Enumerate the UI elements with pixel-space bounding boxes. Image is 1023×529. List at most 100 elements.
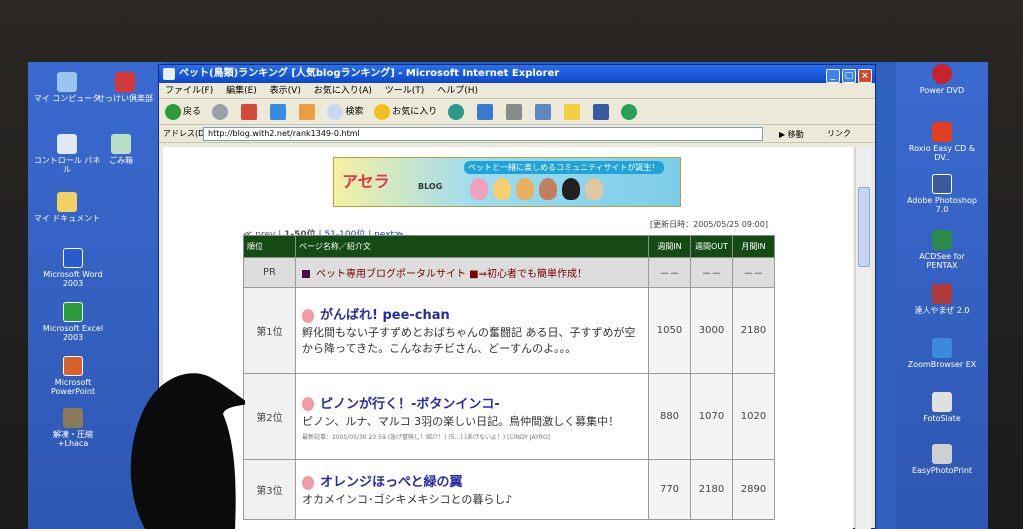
- table-row: 第2位 ピノンが行く！-ボタンインコ- ピノン、ルナ、マルコ 3羽の楽しい日記。…: [243, 373, 775, 460]
- favorites-label: お気に入り: [392, 107, 438, 117]
- edit-icon: [534, 103, 551, 120]
- window-controls: _ □ ×: [824, 67, 872, 85]
- photoshop-icon: [932, 174, 952, 194]
- desktop-icon-fotoslate[interactable]: FotoSlate: [907, 392, 977, 423]
- pet-icon: [470, 178, 488, 200]
- desktop-icon-label: Adobe Photoshop 7.0: [907, 196, 977, 214]
- desktop-icon-recycle-bin[interactable]: ごみ箱: [86, 134, 156, 165]
- desktop-icon-word[interactable]: Microsoft Word 2003: [38, 248, 108, 288]
- maximize-button[interactable]: □: [842, 69, 856, 83]
- research-icon: [592, 103, 609, 120]
- pr-cell[interactable]: ペット専用ブログポータルサイト ■⇒初心者でも簡単作成！: [295, 257, 649, 288]
- menu-edit[interactable]: 編集(E): [226, 86, 257, 96]
- vertical-scrollbar[interactable]: [855, 147, 871, 529]
- week-in-cell: 1050: [648, 287, 691, 374]
- table-header-row: 順位 ページ名称／紹介文 週間IN 週間OUT 月間IN: [243, 235, 775, 258]
- menu-tools[interactable]: ツール(T): [385, 86, 425, 96]
- pointing-hand-icon: [302, 308, 314, 323]
- history-icon: [448, 103, 465, 120]
- header-month-in: 月間IN: [732, 235, 775, 258]
- edit-button[interactable]: [534, 99, 553, 125]
- entry-title-link[interactable]: がんばれ! pee-chan: [302, 304, 642, 323]
- links-button[interactable]: リンク: [827, 125, 851, 143]
- header-week-out: 週間OUT: [690, 235, 733, 258]
- title-bar[interactable]: ペット(鳥類)ランキング [人気blogランキング] - Microsoft I…: [159, 65, 875, 83]
- window-title: ペット(鳥類)ランキング [人気blogランキング] - Microsoft I…: [179, 68, 560, 79]
- recycle-bin-icon: [111, 134, 131, 154]
- notes-button[interactable]: [563, 99, 582, 125]
- search-button[interactable]: 検索: [327, 99, 363, 125]
- dvd-icon: [932, 64, 952, 84]
- pr-rank: PR: [243, 257, 296, 288]
- desktop-icon-powerdvd[interactable]: Power DVD: [907, 64, 977, 95]
- mail-button[interactable]: [477, 99, 495, 125]
- notes-icon: [563, 103, 580, 120]
- menu-favorites[interactable]: お気に入り(A): [314, 86, 372, 96]
- mail-icon: [477, 103, 494, 120]
- desktop-icon-photoshop[interactable]: Adobe Photoshop 7.0: [907, 174, 977, 214]
- minimize-button[interactable]: _: [826, 69, 840, 83]
- search-icon: [327, 103, 344, 120]
- research-button[interactable]: [592, 99, 611, 125]
- banner-ad[interactable]: アセラ BLOG ペットと一緒に楽しめるコミュニティサイトが誕生！: [333, 157, 681, 207]
- desktop-icon-my-documents[interactable]: マイ ドキュメント: [32, 192, 102, 223]
- refresh-button[interactable]: [269, 99, 288, 125]
- menu-file[interactable]: ファイル(F): [165, 86, 213, 96]
- desktop-icon-label: 達人やまぜ 2.0: [914, 306, 970, 315]
- desktop-icon-excel[interactable]: Microsoft Excel 2003: [38, 302, 108, 342]
- desktop-icon-label: FotoSlate: [923, 414, 961, 423]
- entry-title-link[interactable]: オレンジほっぺと緑の翼: [302, 471, 642, 490]
- desktop-icon-lhaca[interactable]: 解凍・圧縮 +Lhaca: [38, 408, 108, 448]
- printer-icon: [505, 103, 522, 120]
- home-button[interactable]: [298, 99, 317, 125]
- desktop-icon-label: Power DVD: [919, 86, 965, 95]
- entry-recent-posts[interactable]: 最新記事：2005/05/30 23:59 (急げ冒険し！紹介！) (5…) (…: [302, 432, 642, 441]
- desktop-icon-label: 解凍・圧縮 +Lhaca: [53, 430, 93, 448]
- desktop-icon-label: マイ ドキュメント: [33, 214, 101, 223]
- ranking-table: 順位 ページ名称／紹介文 週間IN 週間OUT 月間IN PR ペット専用ブログ…: [243, 235, 775, 520]
- menu-help[interactable]: ヘルプ(H): [437, 86, 478, 96]
- desktop-icon-label: せっけい倶楽部: [97, 94, 153, 103]
- favorites-button[interactable]: お気に入り: [374, 99, 437, 125]
- desktop-icon-label: Roxio Easy CD & DV..: [908, 144, 976, 162]
- pet-icon: [493, 178, 511, 200]
- go-button[interactable]: ▶ 移動: [779, 126, 804, 144]
- browser-window: ペット(鳥類)ランキング [人気blogランキング] - Microsoft I…: [158, 64, 876, 529]
- header-page: ページ名称／紹介文: [295, 235, 649, 258]
- desktop-icon-label: Microsoft Excel 2003: [42, 324, 104, 342]
- history-button[interactable]: [448, 99, 466, 125]
- desktop-icon-roxio[interactable]: Roxio Easy CD & DV..: [907, 122, 977, 162]
- desktop-icon-easyphotoprint[interactable]: EasyPhotoPrint: [907, 444, 977, 475]
- menu-view[interactable]: 表示(V): [270, 86, 301, 96]
- entry-title-link[interactable]: ピノンが行く！-ボタンインコ-: [302, 393, 642, 412]
- zoombrowser-icon: [932, 338, 952, 358]
- star-icon: [374, 103, 391, 120]
- month-in-cell: 2180: [732, 287, 775, 374]
- forward-button[interactable]: [211, 99, 230, 125]
- print-button[interactable]: [505, 99, 524, 125]
- updated-time: [更新日時：2005/05/25 09:00]: [650, 220, 768, 229]
- archive-icon: [63, 408, 83, 428]
- back-button[interactable]: 戻る: [165, 99, 201, 125]
- week-out-cell: 3000: [690, 287, 733, 374]
- desktop-icon-powerpoint[interactable]: Microsoft PowerPoint: [38, 356, 108, 396]
- desktop-icon-tatsujin[interactable]: 達人やまぜ 2.0: [907, 284, 977, 315]
- ie-icon: [163, 68, 175, 80]
- stop-button[interactable]: [240, 99, 259, 125]
- forward-arrow-icon: [211, 103, 228, 120]
- desktop-icon-zoombrowser[interactable]: ZoomBrowser EX: [907, 338, 977, 369]
- desktop-icon-label: ZoomBrowser EX: [907, 360, 977, 369]
- scrollbar-thumb[interactable]: [858, 187, 870, 267]
- desktop-icon-acdsee[interactable]: ACDSee for PENTAX: [907, 230, 977, 270]
- banner-blog-label: BLOG: [418, 182, 443, 191]
- pr-month-in: －－: [732, 257, 775, 288]
- close-button[interactable]: ×: [858, 69, 872, 83]
- address-input[interactable]: http://blog.with2.net/rank1349-0.html: [203, 127, 763, 141]
- messenger-button[interactable]: [621, 99, 639, 125]
- go-label: 移動: [787, 130, 804, 139]
- messenger-icon: [621, 103, 638, 120]
- square-bullet-icon: [302, 270, 310, 278]
- desktop-icon-sekkei[interactable]: せっけい倶楽部: [90, 72, 160, 103]
- banner-tagline: ペットと一緒に楽しめるコミュニティサイトが誕生！: [464, 161, 664, 174]
- app-icon: [115, 72, 135, 92]
